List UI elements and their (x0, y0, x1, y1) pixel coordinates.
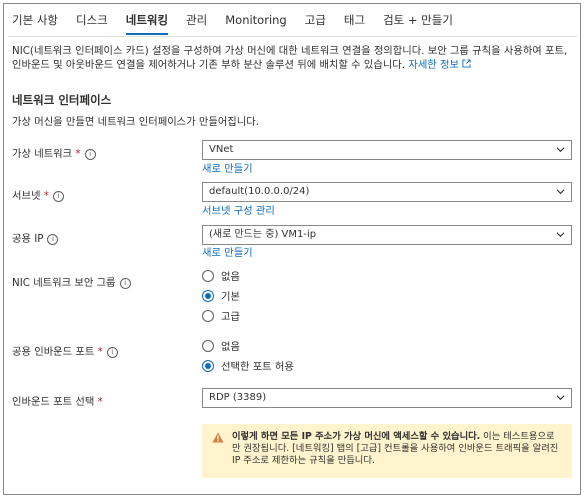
required-mark: * (97, 396, 103, 408)
nsg-option-none[interactable]: 없음 (202, 268, 240, 283)
radio-button[interactable] (202, 309, 214, 322)
description-text: NIC(네트워크 인터페이스 카드) 설정을 구성하여 가상 머신에 대한 네트… (12, 45, 568, 71)
learn-more-link[interactable]: 자세한 정보 (408, 59, 471, 71)
external-link-icon (462, 59, 471, 68)
inbound-ports-label: 공용 인바운드 포트 * i (12, 343, 118, 358)
page-description: NIC(네트워크 인터페이스 카드) 설정을 구성하여 가상 머신에 대한 네트… (12, 44, 572, 72)
page-frame (3, 3, 581, 495)
tab-advanced[interactable]: 고급 (305, 11, 326, 35)
required-mark: * (75, 148, 81, 160)
radio-button[interactable] (202, 269, 214, 282)
vnet-create-new-link[interactable]: 새로 만들기 (202, 160, 253, 175)
public-ip-select[interactable]: (새로 만드는 중) VM1-ip (202, 225, 572, 245)
nsg-option-basic[interactable]: 기본 (202, 288, 240, 303)
chevron-down-icon (556, 232, 565, 238)
vnet-label: 가상 네트워크 * i (12, 145, 96, 160)
info-icon[interactable]: i (52, 190, 64, 202)
vnet-select[interactable]: VNet (202, 140, 572, 160)
tab-bar: 기본 사항 디스크 네트워킹 관리 Monitoring 고급 태그 검토 + … (12, 11, 453, 35)
tab-monitoring[interactable]: Monitoring (225, 11, 287, 35)
subnet-label: 서브넷 * i (12, 187, 64, 202)
warning-message: 이렇게 하면 모든 IP 주소가 가상 머신에 액세스할 수 있습니다. 이는 … (202, 424, 572, 478)
public-ip-create-new-link[interactable]: 새로 만들기 (202, 244, 253, 259)
tab-tags[interactable]: 태그 (344, 11, 365, 35)
manage-subnet-link[interactable]: 서브넷 구성 관리 (202, 202, 275, 217)
tab-divider (8, 36, 577, 37)
tab-basics[interactable]: 기본 사항 (12, 11, 58, 35)
section-description: 가상 머신을 만들면 네트워크 인터페이스가 만들어집니다. (12, 116, 259, 128)
inbound-option-allow-selected[interactable]: 선택한 포트 허용 (202, 358, 294, 373)
required-mark: * (97, 346, 103, 358)
radio-button-selected[interactable] (202, 359, 214, 372)
chevron-down-icon (556, 147, 565, 153)
tab-disks[interactable]: 디스크 (76, 11, 108, 35)
public-ip-label: 공용 IP i (12, 230, 59, 245)
inbound-ports-select[interactable]: RDP (3389) (202, 388, 572, 408)
inbound-option-none[interactable]: 없음 (202, 338, 240, 353)
tab-management[interactable]: 관리 (186, 11, 207, 35)
info-icon[interactable]: i (106, 346, 118, 358)
info-icon[interactable]: i (47, 233, 59, 245)
radio-button[interactable] (202, 339, 214, 352)
chevron-down-icon (556, 395, 565, 401)
info-icon[interactable]: i (84, 148, 96, 160)
nsg-label: NIC 네트워크 보안 그룹 i (12, 274, 131, 289)
section-title: 네트워크 인터페이스 (12, 93, 112, 107)
tab-review-create[interactable]: 검토 + 만들기 (383, 11, 453, 35)
select-ports-label: 인바운드 포트 선택 * (12, 396, 103, 408)
warning-bold-text: 이렇게 하면 모든 IP 주소가 가상 머신에 액세스할 수 있습니다. (232, 431, 481, 442)
chevron-down-icon (556, 189, 565, 195)
subnet-select[interactable]: default(10.0.0.0/24) (202, 182, 572, 202)
required-mark: * (43, 190, 49, 202)
radio-button-selected[interactable] (202, 289, 214, 302)
info-icon[interactable]: i (119, 277, 131, 289)
warning-icon (212, 432, 224, 443)
tab-networking[interactable]: 네트워킹 (125, 11, 169, 35)
nsg-option-advanced[interactable]: 고급 (202, 308, 240, 323)
